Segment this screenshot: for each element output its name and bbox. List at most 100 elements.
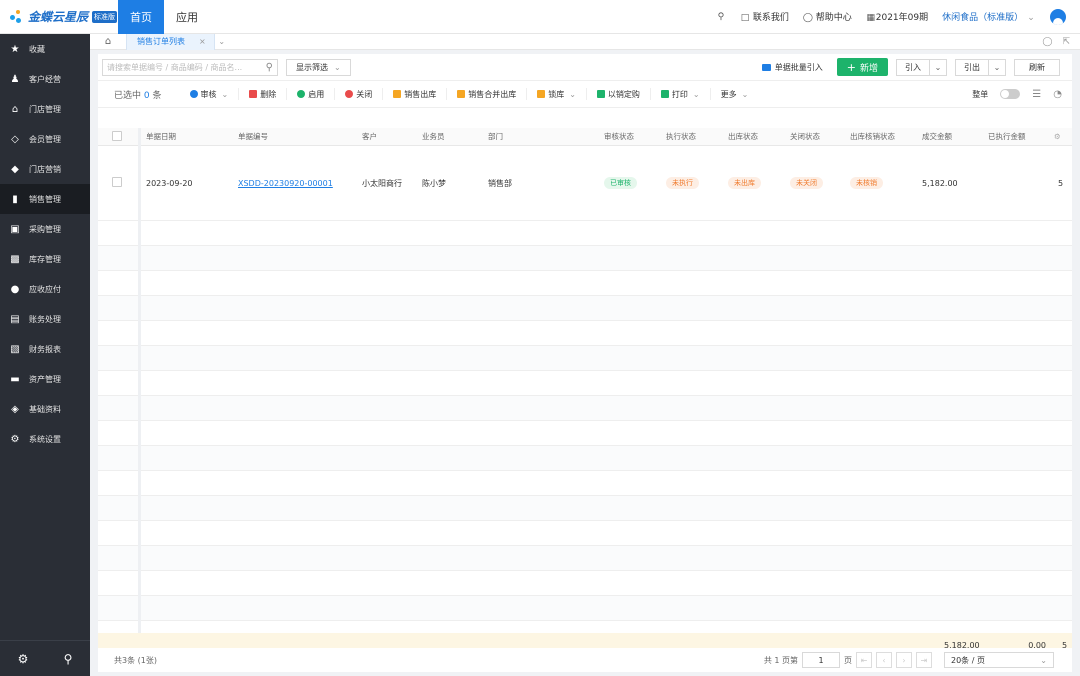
empty-row (98, 296, 1072, 321)
export-button[interactable]: 引出 ⌄ (955, 58, 1006, 76)
column-header[interactable]: 单据日期 (140, 131, 232, 142)
sidebar: ★ 收藏 ♟ 客户经营 ⌂ 门店管理 ◇ 会员管理 ◆ 门店营销 ▮ 销售管理 ▣ 采购管理 … (0, 34, 90, 676)
sidebar-item-sales[interactable]: ▮ 销售管理 (0, 184, 90, 214)
new-button[interactable]: + 新增 (836, 58, 888, 76)
lock-stock-button[interactable]: 锁库 ⌄ (526, 88, 586, 100)
show-filter-button[interactable]: 显示筛选 ⌄ (286, 58, 351, 76)
column-header[interactable]: 关闭状态 (784, 131, 844, 142)
sidebar-item-marketing[interactable]: ◆ 门店营销 (0, 154, 90, 184)
sidebar-item-reports[interactable]: ▧ 财务报表 (0, 334, 90, 364)
nav-tab-home[interactable]: 首页 (118, 0, 164, 34)
prev-page-button[interactable]: ‹ (876, 652, 892, 668)
whole-order-toggle[interactable] (1000, 89, 1021, 99)
column-header[interactable]: 业务员 (416, 131, 482, 142)
column-header[interactable]: 客户 (356, 131, 416, 142)
printer-icon (660, 90, 669, 98)
nav-tab-apps[interactable]: 应用 (164, 0, 210, 34)
chevron-down-icon: ⌄ (569, 89, 576, 99)
status-badge-writeoff: 未核销 (850, 177, 883, 189)
refresh-button[interactable]: 刷新 (1014, 58, 1060, 76)
table-row[interactable]: 2023-09-20 XSDD-20230920-00001 小太阳商行 陈小梦… (98, 146, 1072, 221)
audit-button[interactable]: 审核 ⌄ (180, 88, 239, 100)
sale-purchase-button[interactable]: 以销定购 (585, 88, 650, 100)
empty-row (98, 446, 1072, 471)
settings-gear-icon[interactable]: ⚙ (18, 652, 29, 666)
page-input[interactable]: 1 (802, 652, 840, 668)
order-number-link[interactable]: XSDD-20230920-00001 (238, 179, 333, 188)
order-table: 单据日期 单据编号 客户 业务员 部门 审核状态 执行状态 出库状态 关闭状态 … (98, 128, 1072, 658)
empty-row (98, 246, 1072, 271)
column-header[interactable]: 单据编号 (232, 131, 356, 142)
print-button[interactable]: 打印 ⌄ (649, 88, 710, 100)
sales-out-button[interactable]: 销售出库 (382, 88, 446, 100)
sidebar-item-assets[interactable]: ▬ 资产管理 (0, 364, 90, 394)
column-header[interactable]: 出库状态 (722, 131, 784, 142)
sidebar-item-member[interactable]: ◇ 会员管理 (0, 124, 90, 154)
chevron-down-icon[interactable]: ⌄ (215, 37, 229, 46)
first-page-button[interactable]: ⇤ (856, 652, 872, 668)
search-icon[interactable]: ⚲ (266, 62, 273, 73)
tab-sales-order-list[interactable]: 销售订单列表 × (126, 33, 215, 50)
column-header[interactable]: 已执行金额 (982, 131, 1048, 142)
help-icon: ◯ (802, 13, 813, 23)
home-icon[interactable]: ⌂ (90, 34, 126, 50)
chevron-down-icon[interactable]: ⌄ (930, 60, 946, 75)
enable-button[interactable]: 启用 (286, 88, 334, 100)
chevron-down-icon[interactable]: ⌄ (989, 60, 1005, 75)
column-header[interactable]: 执行状态 (660, 131, 722, 142)
page-size-select[interactable]: 20条 / 页 ⌄ (944, 652, 1054, 668)
empty-row (98, 521, 1072, 546)
select-all-checkbox[interactable] (98, 130, 140, 143)
sidebar-item-receivables[interactable]: ● 应收应付 (0, 274, 90, 304)
column-settings-icon[interactable]: ⚙ (1048, 132, 1068, 141)
cell-amount: 5,182.00 (922, 178, 958, 188)
empty-row (98, 496, 1072, 521)
search-input[interactable]: 请搜索单据编号 / 商品编码 / 商品名... ⚲ (102, 58, 278, 76)
sidebar-item-purchase[interactable]: ▣ 采购管理 (0, 214, 90, 244)
company-selector[interactable]: 休闲食品（标准版） ⌄ (942, 10, 1036, 23)
chevron-down-icon: ⌄ (1027, 13, 1035, 23)
fullscreen-icon[interactable]: ⇱ (1062, 37, 1070, 47)
sidebar-item-basic-data[interactable]: ◈ 基础资料 (0, 394, 90, 424)
list-view-icon[interactable]: ☰ (1032, 89, 1041, 100)
app-logo[interactable]: 金蝶云星辰 标准版 (0, 0, 118, 34)
logo-text: 金蝶云星辰 (28, 10, 89, 24)
pin-icon[interactable]: ⚲ (64, 652, 73, 666)
frozen-column-divider (138, 128, 141, 658)
empty-row (98, 596, 1072, 621)
status-badge-out: 未出库 (728, 177, 761, 189)
sidebar-item-store[interactable]: ⌂ 门店管理 (0, 94, 90, 124)
empty-row (98, 571, 1072, 596)
row-checkbox[interactable] (98, 177, 140, 189)
sidebar-item-inventory[interactable]: ▩ 库存管理 (0, 244, 90, 274)
batch-import-button[interactable]: 单据批量引入 (761, 62, 823, 73)
close-icon[interactable]: × (199, 37, 206, 46)
sidebar-item-favorites[interactable]: ★ 收藏 (0, 34, 90, 64)
help-link[interactable]: ◯ 帮助中心 (803, 10, 852, 23)
chevron-down-icon: ⌄ (692, 89, 700, 99)
sidebar-item-accounting[interactable]: ▤ 账务处理 (0, 304, 90, 334)
column-header[interactable]: 部门 (482, 131, 598, 142)
help-circle-icon[interactable]: ◯ (1042, 37, 1052, 47)
search-icon[interactable]: ⚲ (716, 12, 726, 22)
merge-out-button[interactable]: 销售合并出库 (446, 88, 526, 100)
last-page-button[interactable]: ⇥ (916, 652, 932, 668)
empty-row (98, 471, 1072, 496)
next-page-button[interactable]: › (896, 652, 912, 668)
column-header[interactable]: 出库核销状态 (844, 131, 916, 142)
warehouse-icon (457, 90, 466, 98)
column-header[interactable]: 审核状态 (598, 131, 660, 142)
import-button[interactable]: 引入 ⌄ (896, 58, 947, 76)
sidebar-item-settings[interactable]: ⚙ 系统设置 (0, 424, 90, 454)
avatar[interactable] (1050, 8, 1066, 25)
member-icon: ◇ (11, 133, 19, 145)
delete-button[interactable]: 删除 (238, 88, 286, 100)
close-order-button[interactable]: 关闭 (334, 88, 382, 100)
asset-icon: ▬ (10, 373, 20, 385)
column-header[interactable]: 成交金额 (916, 131, 982, 142)
period-selector[interactable]: ▦2021年09期 (866, 10, 928, 23)
more-button[interactable]: 更多 ⌄ (709, 88, 759, 100)
pie-chart-icon[interactable]: ◔ (1053, 89, 1062, 100)
sidebar-item-customer[interactable]: ♟ 客户经营 (0, 64, 90, 94)
contact-link[interactable]: □ 联系我们 (740, 10, 789, 23)
